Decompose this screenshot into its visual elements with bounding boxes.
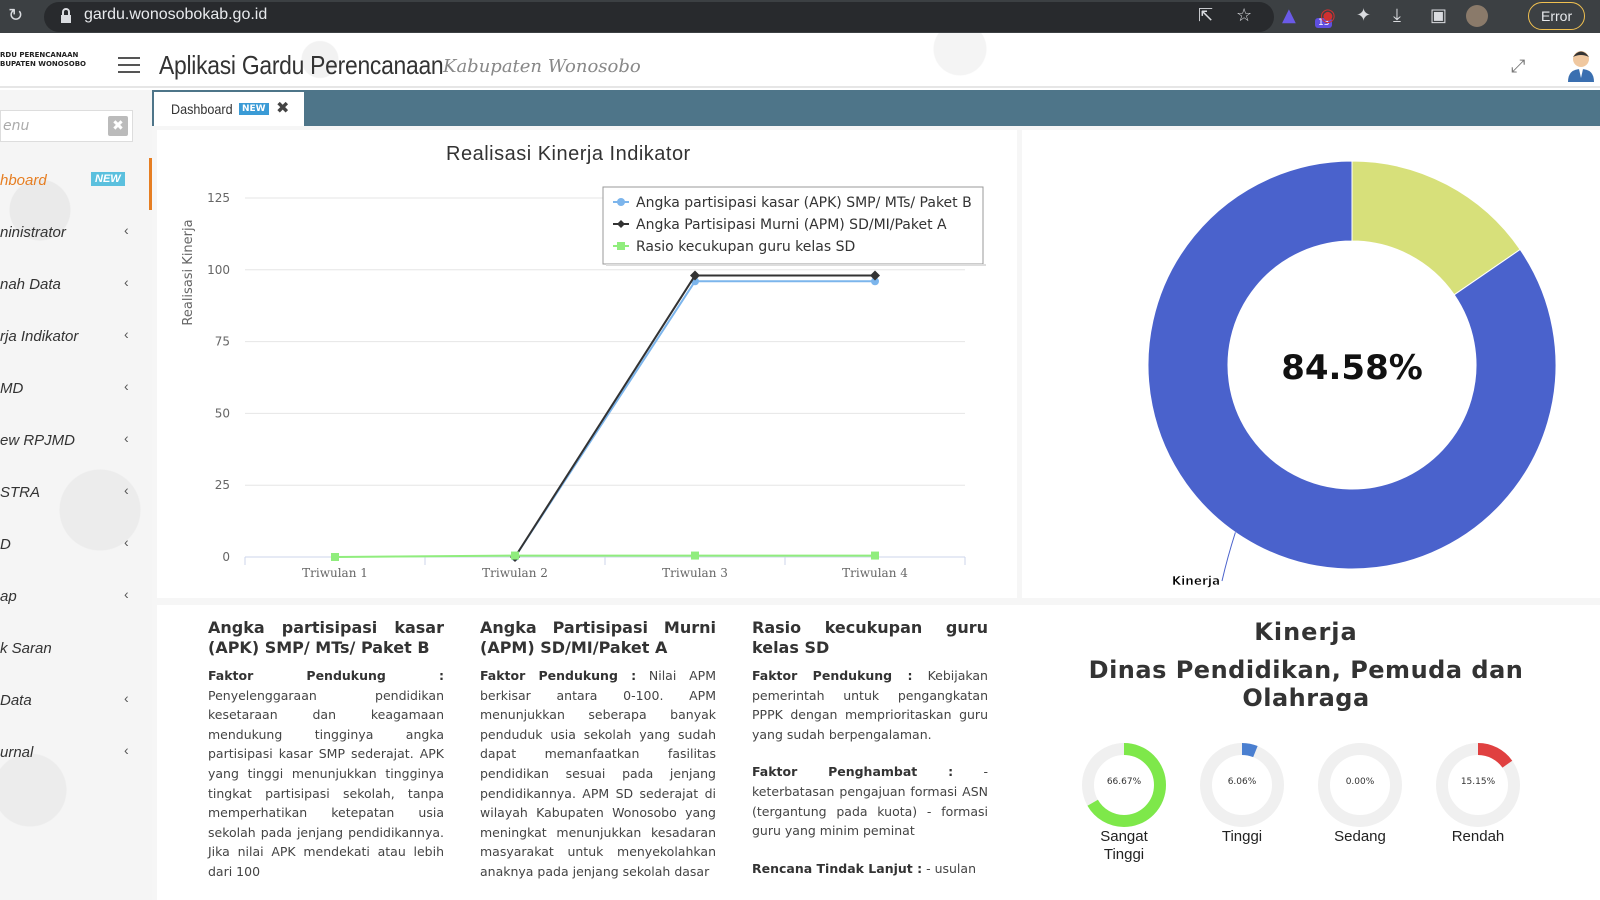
pendukung-label: Faktor Pendukung :: [480, 668, 637, 683]
data-point: [690, 270, 700, 281]
indicator-title: Angka Partisipasi Murni (APM) SD/MI/Pake…: [480, 618, 716, 657]
legend-shadow: [606, 264, 986, 266]
pendukung-label: Faktor Pendukung :: [752, 668, 913, 683]
legend-label: Angka Partisipasi Murni (APM) SD/MI/Pake…: [636, 217, 947, 233]
data-point: [871, 551, 879, 560]
indicator-rtl: Rencana Tindak Lanjut : - usulan: [752, 859, 988, 879]
gauge-label: Sangat Tinggi: [1100, 828, 1148, 863]
data-point: [691, 551, 699, 560]
indicator-apm: Angka Partisipasi Murni (APM) SD/MI/Pake…: [480, 618, 716, 900]
slice-label-connector: [1221, 532, 1236, 582]
legend-label: Rasio kecukupan guru kelas SD: [636, 239, 855, 255]
x-tick-label: Triwulan 3: [662, 566, 728, 580]
pendukung-label: Faktor Pendukung :: [208, 668, 444, 683]
legend-swatch-marker: [617, 198, 625, 206]
indicator-apk: Angka partisipasi kasar (APK) SMP/ MTs/ …: [208, 618, 444, 900]
legend-label: Angka partisipasi kasar (APK) SMP/ MTs/ …: [636, 195, 972, 211]
series-line: [514, 280, 875, 558]
kinerja-subtitle: Dinas Pendidikan, Pemuda dan Olahraga: [1088, 656, 1524, 712]
gauge-value: 0.00%: [1345, 777, 1375, 787]
kinerja-title: Kinerja: [1254, 618, 1358, 646]
indicator-title: Angka partisipasi kasar (APK) SMP/ MTs/ …: [208, 618, 444, 657]
legend-swatch-marker: [617, 242, 625, 250]
y-tick-label: 125: [207, 191, 230, 205]
x-tick-label: Triwulan 1: [302, 566, 368, 580]
indicator-rasio-guru: Rasio kecukupan guru kelas SD Faktor Pen…: [752, 618, 988, 896]
indicator-pendukung: Faktor Pendukung : Kebijakan pemerintah …: [752, 666, 988, 744]
pendukung-text: Penyelenggaraan pendidikan kesetaraan da…: [208, 687, 444, 879]
slice-label: Kinerja: [1172, 574, 1220, 588]
donut-center-value: 84.58%: [1281, 348, 1423, 388]
rtl-label: Rencana Tindak Lanjut :: [752, 860, 923, 876]
penghambat-label: Faktor Penghambat :: [752, 764, 954, 780]
data-point: [870, 270, 880, 281]
y-tick-label: 75: [215, 335, 230, 349]
gauge-value: 66.67%: [1106, 777, 1142, 787]
gauge-value: 6.06%: [1227, 777, 1257, 787]
y-tick-label: 25: [215, 478, 230, 492]
series-line: [514, 274, 875, 558]
gauge-value: 15.15%: [1460, 777, 1496, 787]
y-tick-label: 50: [215, 406, 230, 420]
indicator-pendukung: Faktor Pendukung : Penyelenggaraan pendi…: [208, 666, 444, 882]
x-tick-label: Triwulan 2: [482, 566, 548, 580]
indicator-penghambat: Faktor Penghambat : - keterbatasan penga…: [752, 762, 988, 840]
rtl-text: - usulan: [926, 860, 976, 876]
y-axis-label: Realisasi Kinerja: [181, 219, 196, 325]
y-tick-label: 100: [207, 263, 230, 277]
gauge-label: Rendah: [1451, 828, 1505, 845]
data-point: [331, 553, 339, 561]
x-tick-label: Triwulan 4: [842, 566, 908, 580]
gauge-label: Sedang: [1334, 828, 1386, 845]
gauge-label: Tinggi: [1221, 828, 1263, 845]
indicator-pendukung: Faktor Pendukung : Nilai APM berkisar an…: [480, 666, 716, 882]
data-point: [511, 551, 519, 560]
y-tick-label: 0: [222, 550, 230, 564]
indicator-title: Rasio kecukupan guru kelas SD: [752, 618, 988, 657]
pendukung-text: Nilai APM berkisar antara 0-100. APM men…: [480, 668, 716, 879]
